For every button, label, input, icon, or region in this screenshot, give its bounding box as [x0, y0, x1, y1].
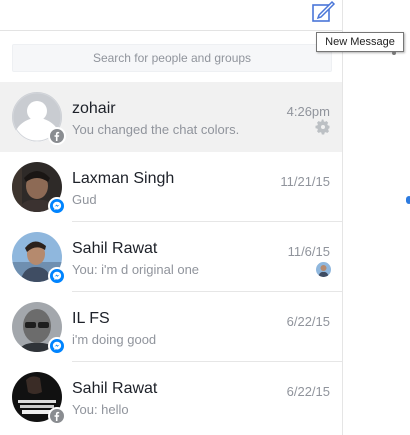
thread-snippet: Gud: [72, 192, 97, 207]
thread-name: zohair: [72, 100, 116, 117]
gear-icon[interactable]: [315, 119, 331, 135]
thread-name: Sahil Rawat: [72, 240, 158, 257]
facebook-badge-icon: [48, 407, 66, 425]
thread-name: IL FS: [72, 310, 110, 327]
thread-time: 11/6/15: [287, 244, 330, 259]
thread-row[interactable]: zohair You changed the chat colors. 4:26…: [0, 82, 342, 152]
messenger-badge-icon: [48, 197, 66, 215]
thread-row[interactable]: Laxman Singh Gud 11/21/15: [0, 152, 342, 222]
thread-snippet: You: i'm d original one: [72, 262, 200, 277]
compose-button[interactable]: [310, 0, 336, 24]
conversation-panel: Search for people and groups zohair You …: [0, 0, 343, 435]
facebook-badge-icon: [48, 127, 66, 145]
thread-name: Laxman Singh: [72, 170, 175, 187]
thread-snippet: You: hello: [72, 402, 129, 417]
thread-row[interactable]: Sahil Rawat You: hello 6/22/15: [0, 362, 342, 432]
thread-time: 6/22/15: [286, 384, 330, 399]
messenger-badge-icon: [48, 267, 66, 285]
top-bar: [0, 0, 342, 31]
side-indicator: [406, 196, 410, 204]
thread-name: Sahil Rawat: [72, 380, 158, 397]
thread-time: 6/22/15: [286, 314, 330, 329]
compose-icon: [312, 0, 336, 22]
messenger-badge-icon: [48, 337, 66, 355]
search-placeholder: Search for people and groups: [92, 51, 252, 65]
new-message-tooltip: New Message: [316, 32, 404, 52]
thread-row[interactable]: Sahil Rawat You: i'm d original one 11/6…: [0, 222, 342, 292]
thread-snippet: You changed the chat colors.: [72, 122, 240, 137]
seen-avatar: [316, 262, 331, 277]
thread-time: 4:26pm: [286, 104, 330, 119]
thread-list: zohair You changed the chat colors. 4:26…: [0, 82, 342, 432]
thread-row[interactable]: IL FS i'm doing good 6/22/15: [0, 292, 342, 362]
thread-snippet: i'm doing good: [72, 332, 157, 347]
search-input[interactable]: Search for people and groups: [12, 44, 332, 72]
cursor-dot: [392, 51, 396, 55]
thread-time: 11/21/15: [280, 174, 330, 189]
